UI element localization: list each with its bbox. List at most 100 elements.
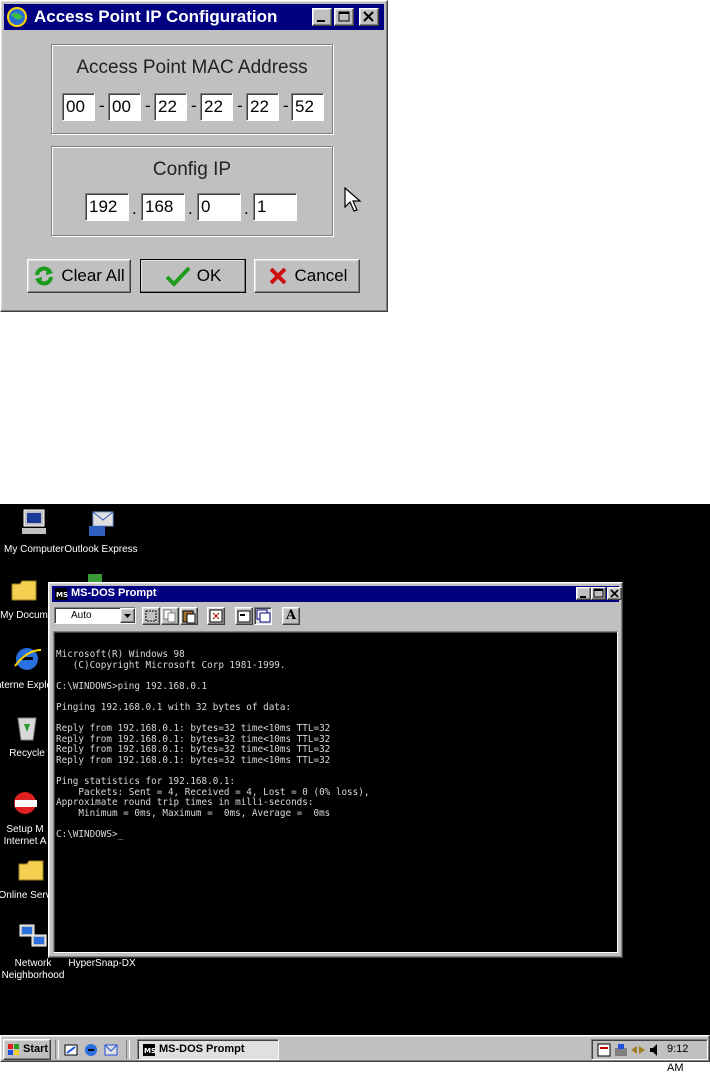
mac-octet-3[interactable]: 22 bbox=[154, 93, 187, 121]
desktop-icon-outlook[interactable]: Outlook Express bbox=[62, 508, 140, 556]
msn-icon bbox=[14, 792, 37, 814]
dos-console-output[interactable]: Microsoft(R) Windows 98 (C)Copyright Mic… bbox=[53, 631, 618, 953]
dos-title: MS-DOS Prompt bbox=[71, 587, 157, 599]
minimize-icon bbox=[580, 596, 586, 598]
ap-ip-config-dialog: Access Point IP Configuration Access Poi… bbox=[0, 0, 388, 312]
close-button[interactable] bbox=[359, 8, 379, 26]
system-tray: 9:12 AM bbox=[591, 1039, 708, 1074]
ok-button[interactable]: OK bbox=[140, 259, 246, 293]
console-line: Microsoft(R) Windows 98 bbox=[56, 649, 185, 660]
outlook-express-icon bbox=[89, 511, 114, 536]
mac-octet-1[interactable]: 00 bbox=[62, 93, 95, 121]
console-line: Pinging 192.168.0.1 with 32 bytes of dat… bbox=[56, 701, 292, 713]
clear-all-button[interactable]: Clear All bbox=[27, 259, 131, 293]
ip-dot: . bbox=[244, 199, 249, 218]
taskbar: Start MS MS-DOS Prompt 9:12 AM bbox=[0, 1035, 710, 1074]
background-button[interactable] bbox=[254, 607, 272, 625]
copy-button[interactable] bbox=[161, 607, 179, 625]
quick-launch-ie-icon[interactable] bbox=[83, 1042, 99, 1058]
mac-address-group: Access Point MAC Address 00 - 00 - 22 - … bbox=[51, 44, 333, 134]
properties-button[interactable] bbox=[235, 607, 253, 625]
dos-toolbar: Auto A bbox=[52, 604, 619, 628]
svg-text:MS: MS bbox=[56, 591, 68, 599]
paste-button[interactable] bbox=[180, 607, 198, 625]
ip-dot: . bbox=[132, 199, 137, 218]
desktop-icon-hypersnap[interactable]: HyperSnap-DX bbox=[60, 958, 144, 970]
console-line: (C)Copyright Microsoft Corp 1981-1999. bbox=[56, 659, 286, 671]
hidden-icon-fragment bbox=[88, 574, 102, 582]
mac-octet-2[interactable]: 00 bbox=[108, 93, 141, 121]
quick-launch-outlook-icon[interactable] bbox=[103, 1042, 119, 1058]
mac-octet-6[interactable]: 52 bbox=[291, 93, 324, 121]
dos-close-button[interactable] bbox=[607, 587, 622, 600]
fullscreen-icon bbox=[209, 609, 223, 623]
globe-icon bbox=[7, 7, 27, 27]
taskbar-divider bbox=[55, 1040, 59, 1059]
console-line: C:\WINDOWS>_ bbox=[56, 829, 124, 841]
folder-icon bbox=[11, 580, 37, 601]
chevron-down-icon bbox=[124, 614, 131, 618]
maximize-icon bbox=[593, 588, 604, 598]
ip-octet-3[interactable]: 0 bbox=[197, 193, 241, 221]
properties-icon bbox=[237, 610, 251, 623]
config-ip-group: Config IP 192 . 168 . 0 . 1 bbox=[51, 146, 333, 236]
svg-text:MS: MS bbox=[144, 1047, 156, 1055]
ms-dos-window: MS MS-DOS Prompt Auto A Microsoft(R) Win… bbox=[48, 582, 623, 958]
folder-icon bbox=[18, 860, 44, 881]
dialog-titlebar[interactable]: Access Point IP Configuration bbox=[4, 4, 384, 30]
internet-explorer-icon bbox=[14, 648, 42, 670]
cancel-button[interactable]: Cancel bbox=[254, 259, 360, 293]
desktop-icon-label: HyperSnap-DX bbox=[68, 958, 136, 969]
dialog-title: Access Point IP Configuration bbox=[34, 7, 278, 26]
ip-octet-2[interactable]: 168 bbox=[141, 193, 185, 221]
background-icon bbox=[256, 609, 271, 623]
x-mark-icon bbox=[269, 267, 286, 285]
font-button[interactable]: A bbox=[282, 607, 300, 625]
maximize-button[interactable] bbox=[334, 8, 354, 26]
mark-icon bbox=[145, 610, 157, 622]
mouse-cursor-icon bbox=[344, 187, 362, 212]
paste-icon bbox=[182, 610, 196, 624]
dropdown-arrow-button[interactable] bbox=[120, 608, 135, 623]
refresh-icon bbox=[35, 266, 54, 286]
minimize-icon bbox=[317, 20, 325, 22]
network-tray-icon[interactable] bbox=[613, 1042, 629, 1058]
ms-dos-icon: MS bbox=[55, 588, 68, 600]
taskbar-task-ms-dos[interactable]: MS MS-DOS Prompt bbox=[137, 1039, 279, 1060]
mac-separator: - bbox=[237, 96, 243, 115]
computer-icon bbox=[22, 509, 46, 534]
copy-icon bbox=[163, 609, 176, 623]
recycle-bin-icon bbox=[17, 717, 37, 741]
ms-dos-icon: MS bbox=[143, 1044, 156, 1056]
clear-all-label: Clear All bbox=[61, 266, 125, 285]
quick-launch-desktop-icon[interactable] bbox=[63, 1042, 79, 1058]
connection-tray-icon[interactable] bbox=[630, 1042, 646, 1058]
mac-separator: - bbox=[99, 96, 105, 115]
network-icon bbox=[19, 924, 47, 947]
ip-octet-4[interactable]: 1 bbox=[253, 193, 297, 221]
mac-octet-4[interactable]: 22 bbox=[200, 93, 233, 121]
maximize-icon bbox=[338, 11, 350, 22]
dos-minimize-button[interactable] bbox=[576, 587, 591, 600]
start-button[interactable]: Start bbox=[3, 1039, 51, 1060]
mac-group-label: Access Point MAC Address bbox=[76, 57, 308, 78]
console-line: Reply from 192.168.0.1: bytes=32 time<10… bbox=[56, 754, 331, 766]
minimize-button[interactable] bbox=[312, 8, 332, 26]
cancel-label: Cancel bbox=[294, 266, 348, 285]
mac-octet-5[interactable]: 22 bbox=[246, 93, 279, 121]
dos-titlebar[interactable]: MS MS-DOS Prompt bbox=[52, 586, 622, 602]
taskbar-divider bbox=[126, 1040, 130, 1059]
fullscreen-button[interactable] bbox=[207, 607, 225, 625]
dos-maximize-button[interactable] bbox=[591, 587, 606, 600]
scheduler-icon[interactable] bbox=[596, 1042, 612, 1058]
windows-logo-icon bbox=[8, 1044, 19, 1055]
close-icon bbox=[610, 589, 619, 598]
font-size-select[interactable]: Auto bbox=[54, 607, 136, 624]
mac-separator: - bbox=[145, 96, 151, 115]
speaker-icon[interactable] bbox=[647, 1042, 663, 1058]
mark-button[interactable] bbox=[142, 607, 160, 625]
clock[interactable]: 9:12 AM bbox=[667, 1040, 707, 1078]
ip-octet-1[interactable]: 192 bbox=[85, 193, 129, 221]
start-label: Start bbox=[23, 1043, 49, 1055]
checkmark-icon bbox=[165, 266, 191, 287]
